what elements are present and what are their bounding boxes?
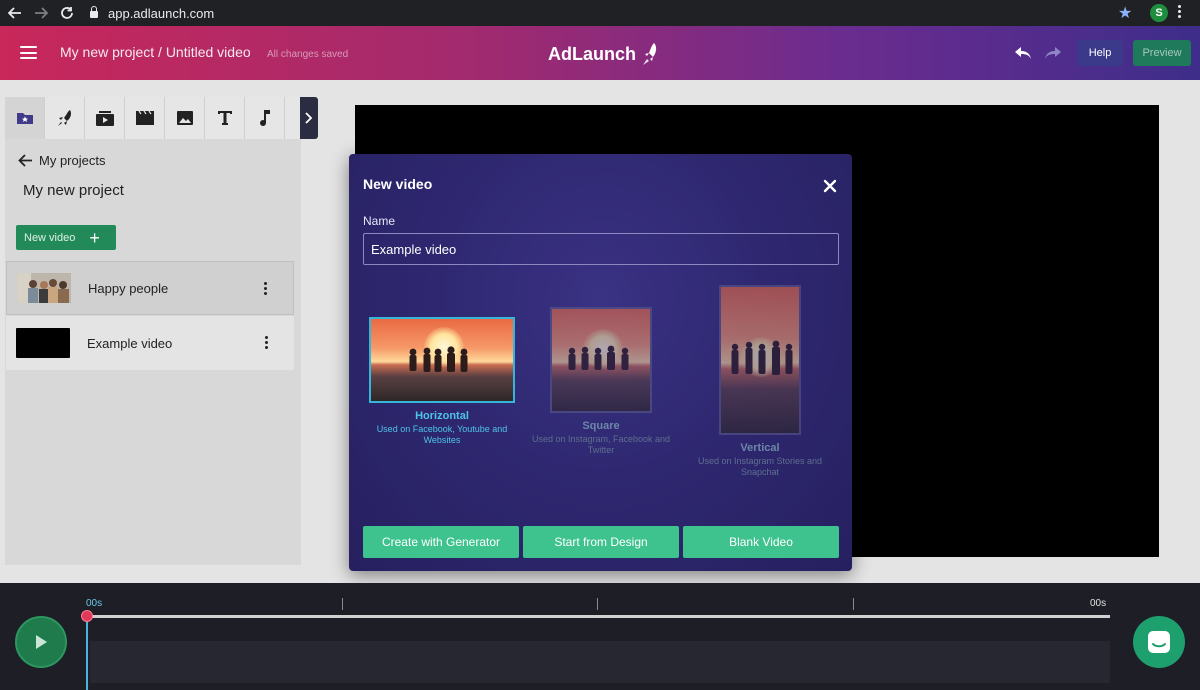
timeline-start-time: 00s	[86, 598, 103, 609]
back-to-projects-link[interactable]: My projects	[18, 153, 105, 168]
save-status: All changes saved	[267, 49, 349, 60]
video-name-input[interactable]	[363, 233, 839, 265]
tool-text[interactable]	[205, 97, 245, 139]
dialog-title: New video	[363, 176, 433, 192]
project-name: My new project	[23, 182, 124, 199]
hamburger-menu-icon[interactable]	[20, 46, 37, 59]
timeline-panel: 00s 00s	[0, 583, 1200, 690]
playhead-handle[interactable]	[81, 610, 93, 622]
new-video-button[interactable]: New video +	[16, 225, 116, 250]
create-with-generator-button[interactable]: Create with Generator	[363, 526, 519, 558]
reload-icon[interactable]	[56, 2, 78, 24]
new-video-dialog: New video Name Horizontal Used on Facebo…	[349, 154, 852, 571]
video-thumbnail	[16, 328, 70, 358]
back-link-label: My projects	[39, 153, 106, 168]
project-breadcrumb[interactable]: My new project / Untitled video	[60, 44, 251, 60]
play-icon	[36, 635, 47, 649]
chat-support-button[interactable]	[1133, 616, 1185, 668]
browser-menu-icon[interactable]	[1178, 5, 1182, 18]
image-icon	[176, 111, 193, 125]
folder-star-icon	[16, 113, 33, 124]
tool-videos[interactable]	[125, 97, 165, 139]
tool-projects[interactable]	[5, 97, 45, 139]
timeline-tick	[597, 598, 598, 610]
format-title: Horizontal	[415, 410, 469, 422]
help-button[interactable]: Help	[1077, 40, 1123, 66]
logo-text: AdLaunch	[548, 43, 636, 64]
format-preview-image	[719, 285, 801, 435]
chevron-right-icon	[305, 112, 313, 124]
format-description: Used on Instagram Stories and Snapchat	[697, 456, 823, 477]
video-thumbnail	[17, 273, 71, 303]
arrow-left-icon	[18, 154, 32, 167]
format-description: Used on Facebook, Youtube and Websites	[376, 424, 508, 445]
more-options-icon[interactable]	[265, 336, 268, 349]
more-options-icon[interactable]	[264, 282, 267, 295]
address-bar[interactable]: app.adlaunch.com	[90, 3, 214, 23]
profile-avatar[interactable]: S	[1150, 4, 1168, 22]
play-button[interactable]	[15, 616, 67, 668]
format-title: Vertical	[740, 442, 780, 454]
collapse-sidebar-button[interactable]	[300, 97, 318, 139]
format-option-horizontal[interactable]: Horizontal Used on Facebook, Youtube and…	[368, 317, 516, 446]
timeline-end-time: 00s	[1090, 598, 1107, 609]
close-icon[interactable]	[821, 177, 839, 195]
tool-music[interactable]	[245, 97, 285, 139]
timeline-tick	[853, 598, 854, 610]
new-video-label: New video	[24, 231, 76, 244]
chat-icon	[1148, 631, 1170, 653]
video-list-item[interactable]: Example video	[6, 316, 294, 370]
tool-media[interactable]	[85, 97, 125, 139]
playhead-line[interactable]	[86, 615, 88, 690]
app-logo: AdLaunch	[548, 41, 660, 67]
music-icon	[259, 110, 270, 127]
format-description: Used on Instagram, Facebook and Twitter	[531, 434, 671, 455]
tool-generator[interactable]	[45, 97, 85, 139]
start-from-design-button[interactable]: Start from Design	[523, 526, 679, 558]
timeline-tick	[342, 598, 343, 610]
media-icon	[95, 111, 114, 126]
forward-icon[interactable]	[30, 2, 52, 24]
text-icon	[217, 111, 232, 125]
blank-video-button[interactable]: Blank Video	[683, 526, 839, 558]
plus-icon: +	[89, 227, 100, 248]
app-header: My new project / Untitled video All chan…	[0, 26, 1200, 80]
preview-button[interactable]: Preview	[1133, 40, 1191, 66]
rocket-icon	[57, 110, 71, 126]
timeline-scrubber-track[interactable]	[86, 615, 1110, 618]
video-title: Example video	[87, 335, 173, 351]
film-icon	[135, 111, 154, 125]
redo-icon[interactable]	[1040, 40, 1066, 66]
format-option-square[interactable]: Square Used on Instagram, Facebook and T…	[529, 307, 673, 456]
format-option-vertical[interactable]: Vertical Used on Instagram Stories and S…	[685, 285, 835, 478]
undo-icon[interactable]	[1010, 40, 1036, 66]
name-field-label: Name	[363, 214, 396, 228]
video-list-item[interactable]: Happy people	[6, 261, 294, 315]
format-preview-image	[550, 307, 652, 413]
format-preview-image	[369, 317, 515, 403]
lock-icon	[90, 6, 98, 18]
video-title: Happy people	[88, 280, 169, 296]
timeline-track-lane[interactable]	[90, 641, 1110, 683]
tool-images[interactable]	[165, 97, 205, 139]
rocket-icon	[643, 43, 657, 65]
tool-bar	[5, 97, 301, 139]
bookmark-star-icon[interactable]: ★	[1118, 3, 1132, 23]
url-text: app.adlaunch.com	[108, 5, 215, 21]
back-icon[interactable]	[4, 2, 26, 24]
format-title: Square	[582, 420, 620, 432]
